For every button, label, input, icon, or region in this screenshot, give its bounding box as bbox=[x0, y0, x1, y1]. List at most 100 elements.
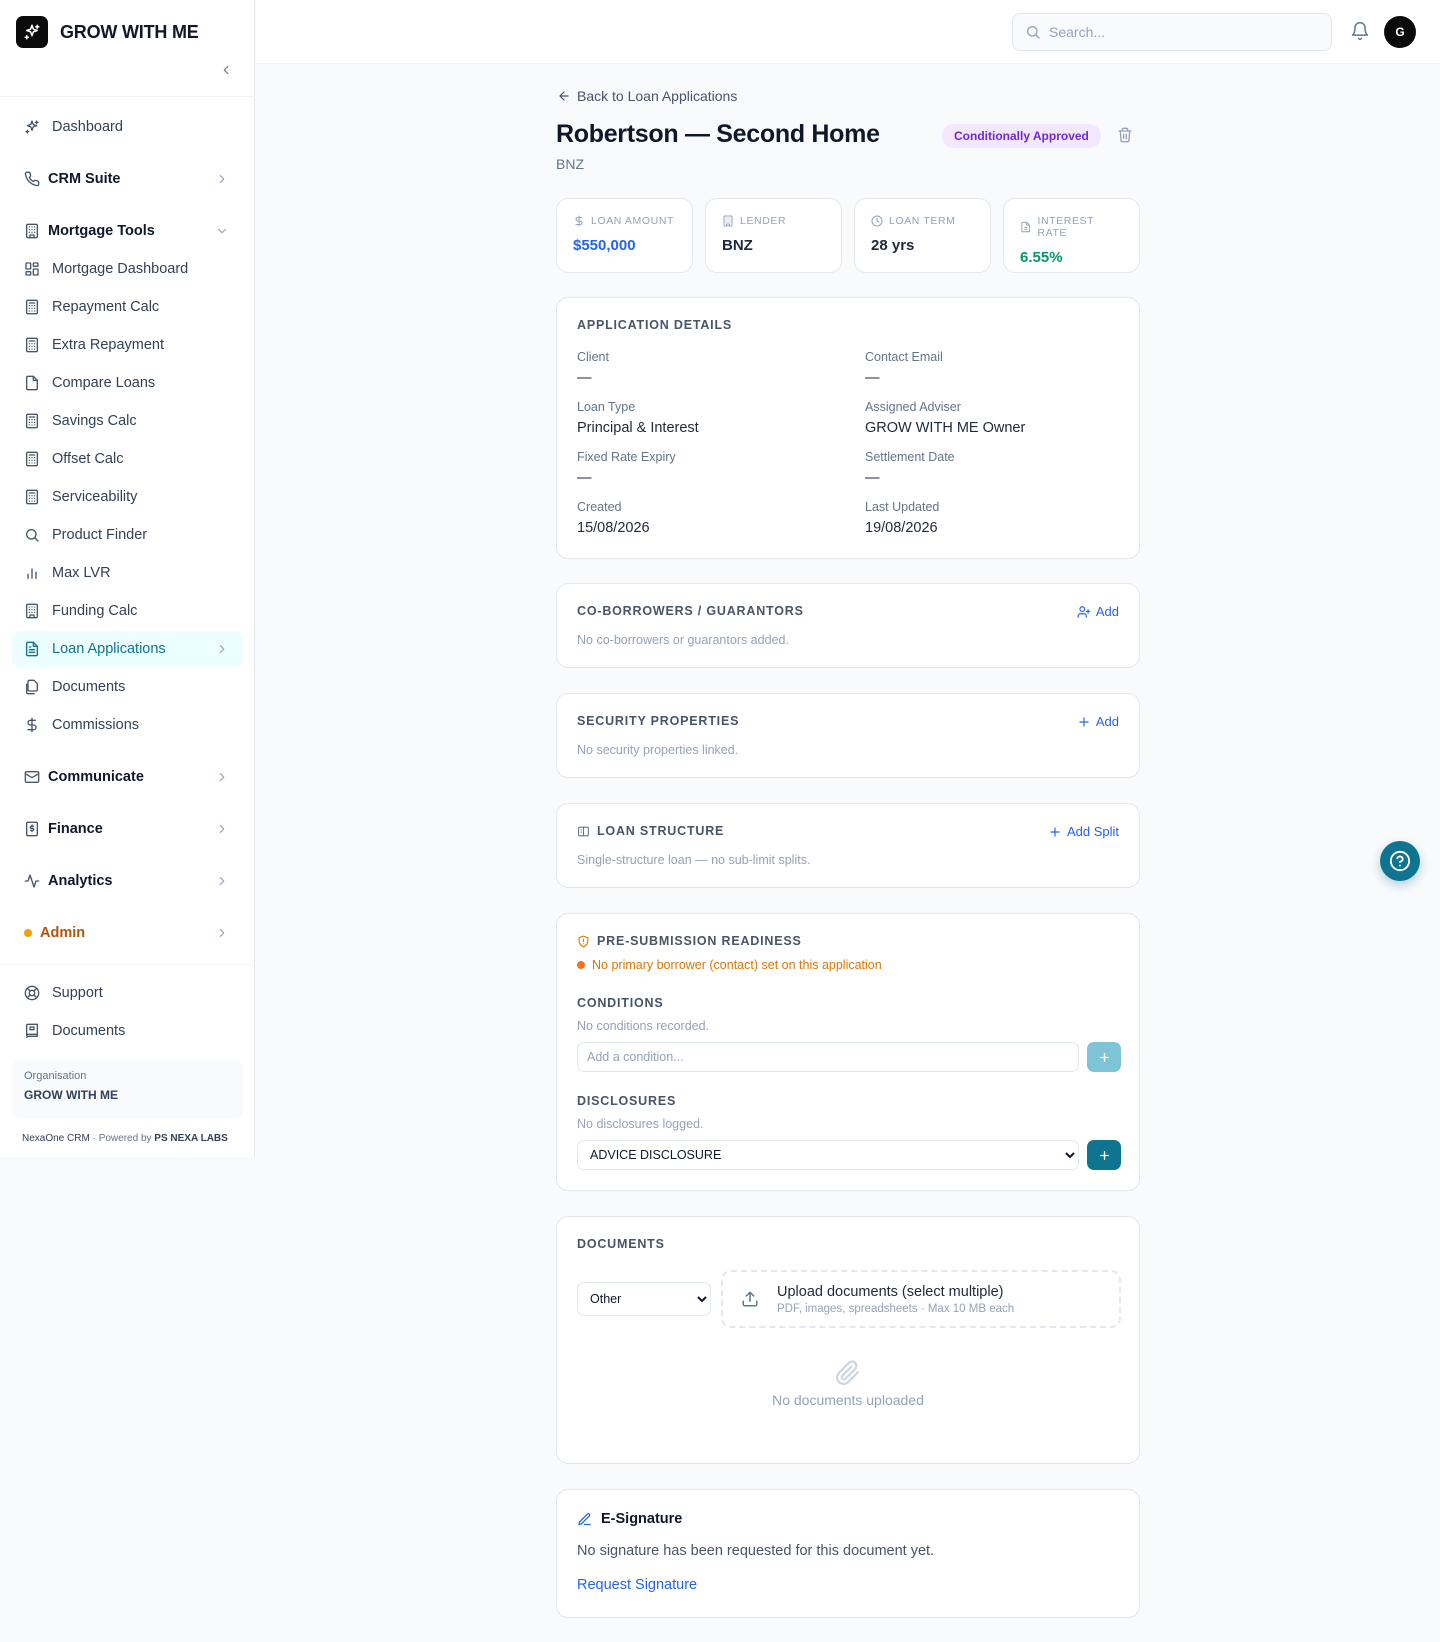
sidebar-item-label: Offset Calc bbox=[52, 451, 124, 467]
sidebar-item-funding-calc[interactable]: Funding Calc bbox=[12, 593, 243, 629]
sidebar-item-label: Max LVR bbox=[52, 565, 111, 581]
organisation-box: Organisation GROW WITH ME bbox=[12, 1060, 243, 1118]
search-box[interactable] bbox=[1012, 13, 1332, 51]
sidebar-item-documents[interactable]: Documents bbox=[12, 669, 243, 705]
sidebar-item-serviceability[interactable]: Serviceability bbox=[12, 479, 243, 515]
brand[interactable]: GROW WITH ME bbox=[16, 16, 199, 48]
sidebar-item-label: Extra Repayment bbox=[52, 337, 165, 353]
sidebar-item-support[interactable]: Support bbox=[12, 975, 243, 1011]
sidebar-item-label: Product Finder bbox=[52, 527, 148, 543]
sidebar-item-label: Finance bbox=[48, 821, 103, 837]
detail-contact-email: Contact Email — bbox=[865, 350, 1145, 386]
sidebar-group-crm-suite[interactable]: CRM Suite bbox=[12, 161, 243, 197]
sparkle-icon bbox=[24, 119, 40, 135]
detail-label: Client bbox=[577, 350, 609, 364]
footer-credits: NexaOne CRM · Powered by PS NEXA LABS bbox=[22, 1133, 228, 1144]
add-condition-input[interactable] bbox=[577, 1042, 1079, 1072]
divider bbox=[0, 964, 255, 965]
sidebar-item-label: Documents bbox=[52, 679, 126, 695]
detail-label: Last Updated bbox=[865, 500, 940, 514]
sidebar-item-repayment-calc[interactable]: Repayment Calc bbox=[12, 289, 243, 325]
search-icon bbox=[1027, 26, 1040, 39]
sidebar-item-product-finder[interactable]: Product Finder bbox=[12, 517, 243, 553]
sidebar-item-label: Mortgage Tools bbox=[48, 223, 155, 239]
stat-card-loan-amount: LOAN AMOUNT $550,000 bbox=[556, 198, 693, 273]
lifebuoy-icon bbox=[24, 985, 40, 1001]
activity-icon bbox=[24, 873, 40, 889]
bell-icon[interactable] bbox=[1350, 21, 1370, 41]
sidebar-group-mortgage-tools[interactable]: Mortgage Tools bbox=[12, 213, 243, 249]
detail-client: Client — bbox=[577, 350, 857, 386]
upload-title: Upload documents (select multiple) bbox=[777, 1283, 1004, 1300]
add-condition-button[interactable] bbox=[1087, 1042, 1121, 1072]
help-button[interactable] bbox=[1380, 841, 1420, 881]
credits-company: PS NEXA LABS bbox=[154, 1133, 228, 1144]
detail-label: Loan Type bbox=[577, 400, 636, 414]
calculator-icon bbox=[24, 299, 40, 315]
shield-alert-icon bbox=[578, 935, 589, 947]
stat-value: 6.55% bbox=[1020, 249, 1063, 266]
conditions-empty: No conditions recorded. bbox=[577, 1019, 710, 1033]
add-split-button[interactable]: Add Split bbox=[1048, 824, 1119, 839]
sidebar-item-loan-applications[interactable]: Loan Applications bbox=[12, 631, 243, 667]
disclosure-type-select[interactable]: ADVICE DISCLOSURE bbox=[577, 1140, 1079, 1170]
sidebar-item-label: Commissions bbox=[52, 717, 140, 733]
card-heading: SECURITY PROPERTIES bbox=[577, 714, 740, 728]
sidebar-item-extra-repayment[interactable]: Extra Repayment bbox=[12, 327, 243, 363]
empty-documents-text: No documents uploaded bbox=[772, 1392, 924, 1408]
sidebar-group-admin[interactable]: Admin bbox=[12, 915, 243, 951]
sidebar-group-finance[interactable]: Finance bbox=[12, 811, 243, 847]
add-co-borrower-button[interactable]: Add bbox=[1077, 604, 1119, 619]
trash-icon[interactable] bbox=[1117, 127, 1133, 143]
upload-icon bbox=[742, 1291, 758, 1307]
avatar[interactable]: G bbox=[1384, 16, 1416, 48]
search-icon bbox=[24, 527, 40, 543]
sidebar-item-documents-help[interactable]: Documents bbox=[12, 1013, 243, 1049]
stat-label: LENDER bbox=[740, 215, 787, 227]
sidebar-group-analytics[interactable]: Analytics bbox=[12, 863, 243, 899]
chevron-right-icon bbox=[219, 644, 225, 654]
sidebar-item-offset-calc[interactable]: Offset Calc bbox=[12, 441, 243, 477]
detail-label: Settlement Date bbox=[865, 450, 955, 464]
upload-dropzone[interactable]: Upload documents (select multiple) PDF, … bbox=[721, 1270, 1121, 1328]
sidebar-item-dashboard[interactable]: Dashboard bbox=[12, 109, 243, 145]
empty-message: Single-structure loan — no sub-limit spl… bbox=[577, 853, 811, 867]
search-input[interactable] bbox=[1049, 24, 1309, 40]
sidebar-item-label: Admin bbox=[40, 925, 86, 941]
collapse-sidebar-button[interactable] bbox=[216, 60, 236, 80]
request-signature-button[interactable]: Request Signature bbox=[577, 1577, 697, 1593]
sidebar-item-label: Analytics bbox=[48, 873, 113, 889]
stat-label: LOAN AMOUNT bbox=[591, 215, 675, 227]
sidebar-item-label: Serviceability bbox=[52, 489, 138, 505]
document-category-select[interactable]: Other bbox=[577, 1282, 711, 1316]
security-properties-card: SECURITY PROPERTIES Add No security prop… bbox=[556, 693, 1140, 778]
co-borrowers-card: CO-BORROWERS / GUARANTORS Add No co-borr… bbox=[556, 583, 1140, 668]
back-to-loan-applications-link[interactable]: Back to Loan Applications bbox=[557, 88, 737, 104]
dollar-icon bbox=[575, 215, 583, 227]
card-heading: LOAN STRUCTURE bbox=[597, 824, 725, 838]
grid-icon bbox=[24, 261, 40, 277]
detail-settlement-date: Settlement Date — bbox=[865, 450, 1145, 486]
sidebar-item-label: Repayment Calc bbox=[52, 299, 160, 315]
loan-structure-card: LOAN STRUCTURE Add Split Single-structur… bbox=[556, 803, 1140, 888]
sidebar-item-label: Loan Applications bbox=[52, 641, 166, 657]
sidebar-item-mortgage-dashboard[interactable]: Mortgage Dashboard bbox=[12, 251, 243, 287]
sparkle-icon bbox=[16, 16, 48, 48]
brand-name: GROW WITH ME bbox=[60, 21, 199, 42]
chevron-down-icon bbox=[217, 228, 227, 234]
detail-value: 19/08/2026 bbox=[865, 520, 938, 536]
user-plus-icon bbox=[1077, 605, 1091, 618]
add-security-property-button[interactable]: Add bbox=[1077, 714, 1119, 729]
disclosures-empty: No disclosures logged. bbox=[577, 1117, 704, 1131]
empty-message: No co-borrowers or guarantors added. bbox=[577, 633, 789, 647]
sidebar-item-savings-calc[interactable]: Savings Calc bbox=[12, 403, 243, 439]
detail-value: — bbox=[577, 470, 592, 486]
sidebar-item-compare-loans[interactable]: Compare Loans bbox=[12, 365, 243, 401]
sidebar-item-commissions[interactable]: Commissions bbox=[12, 707, 243, 743]
stat-value: 28 yrs bbox=[871, 237, 915, 254]
detail-loan-type: Loan Type Principal & Interest bbox=[577, 400, 857, 436]
sidebar-group-communicate[interactable]: Communicate bbox=[12, 759, 243, 795]
stat-card-interest-rate: INTEREST RATE 6.55% bbox=[1003, 198, 1140, 273]
sidebar-item-max-lvr[interactable]: Max LVR bbox=[12, 555, 243, 591]
add-disclosure-button[interactable] bbox=[1087, 1140, 1121, 1170]
